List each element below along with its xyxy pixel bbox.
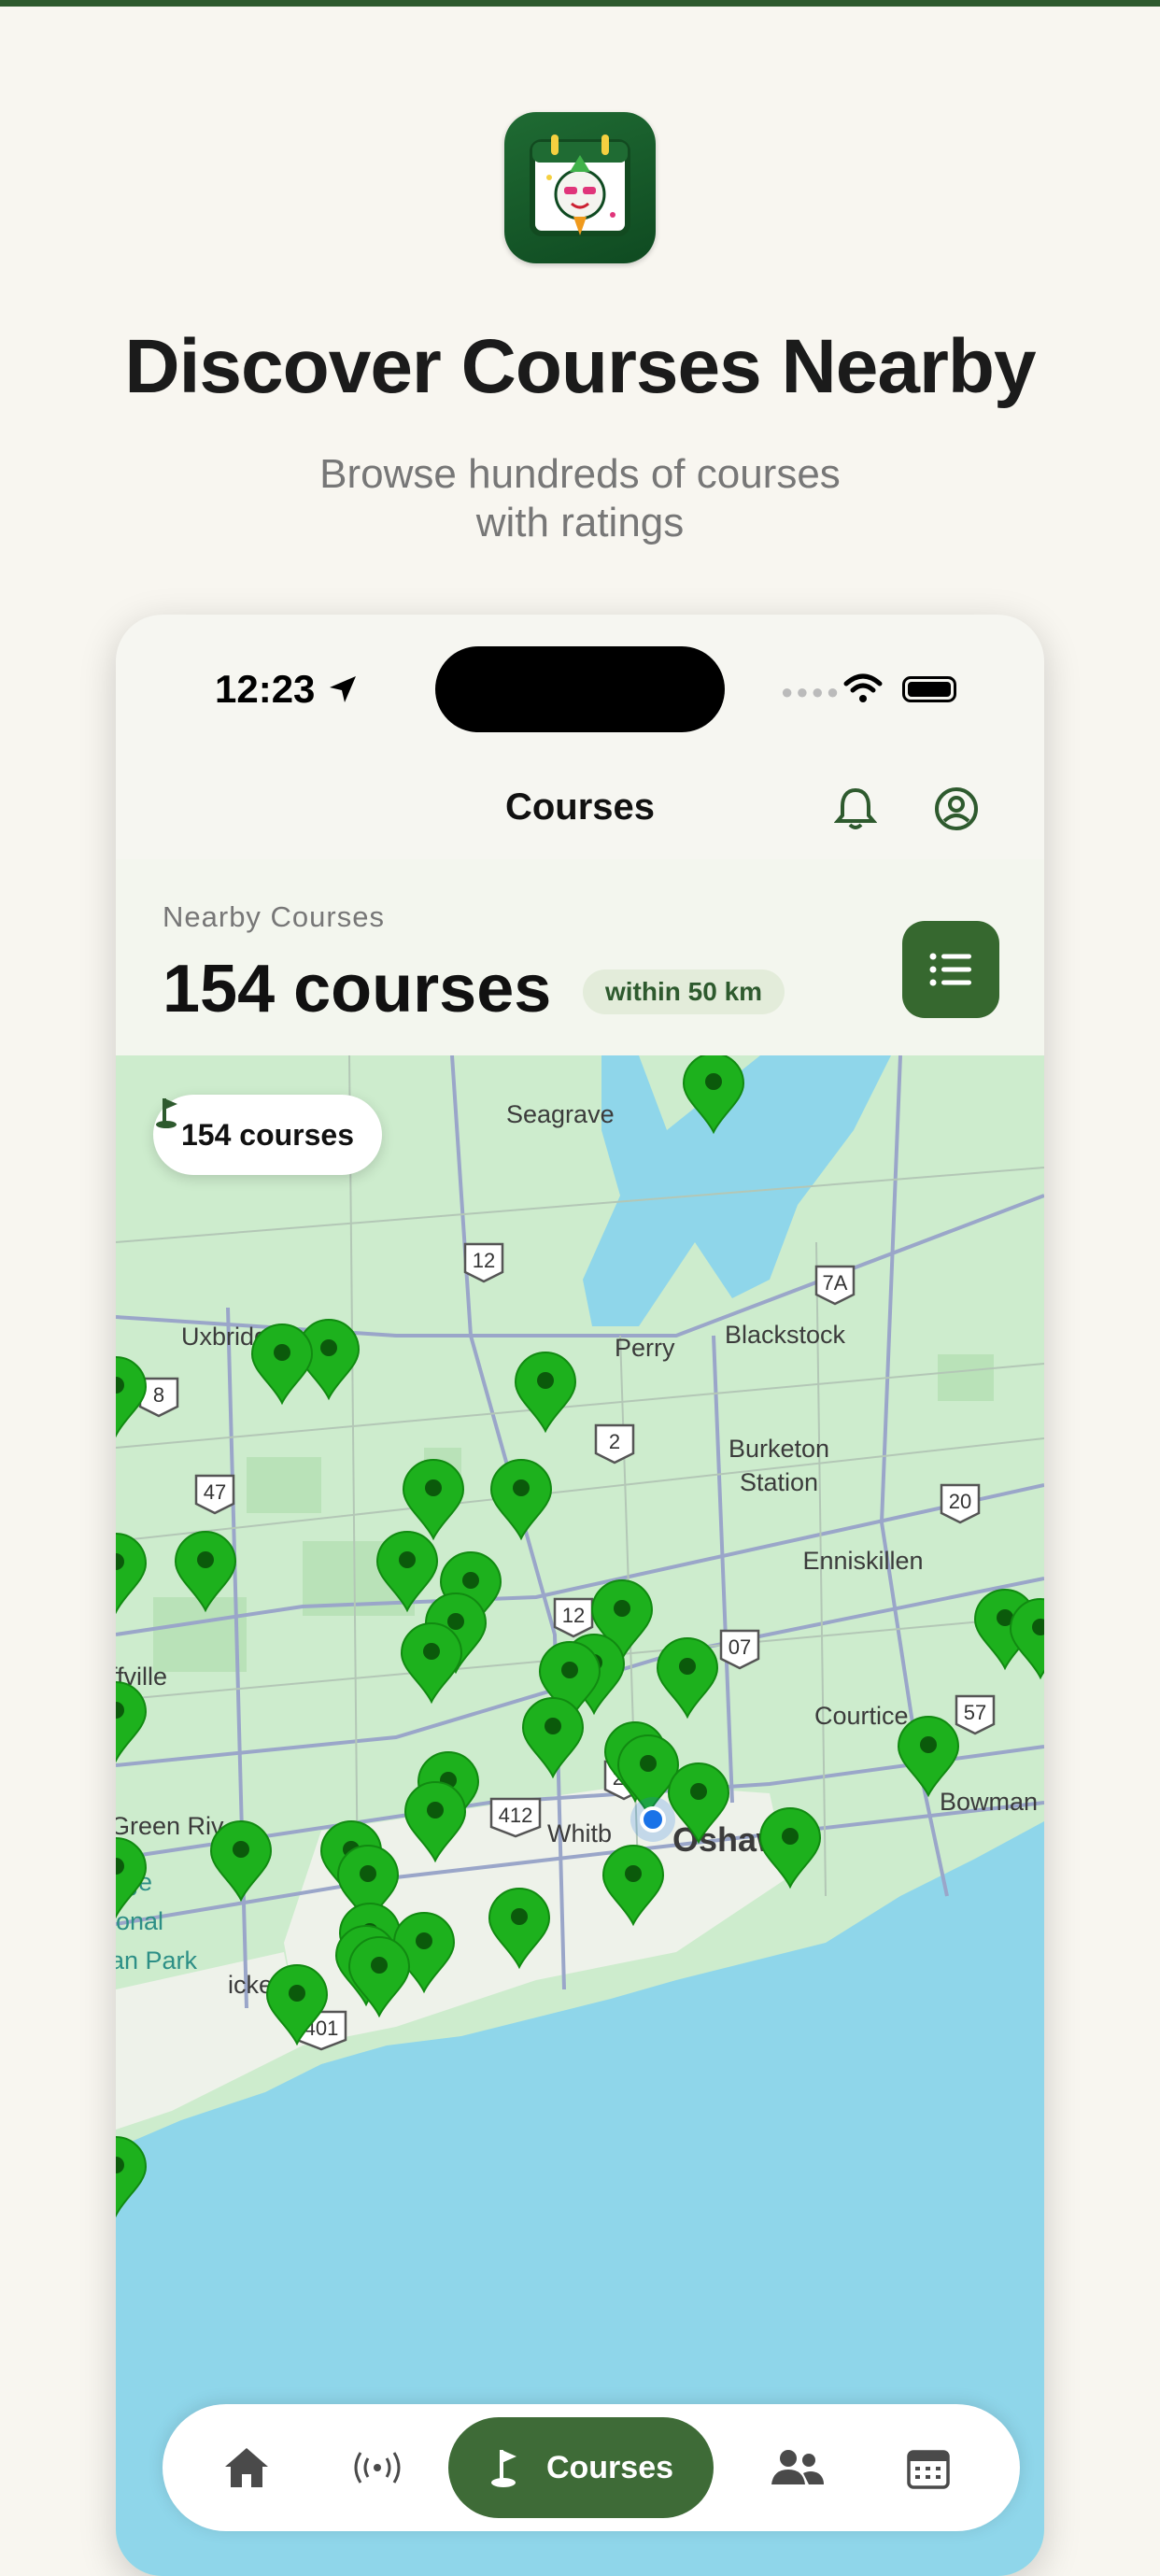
svg-text:47: 47 bbox=[204, 1480, 226, 1504]
bell-icon bbox=[834, 787, 877, 829]
svg-text:12: 12 bbox=[473, 1249, 495, 1272]
home-icon bbox=[225, 2448, 268, 2487]
radius-badge: within 50 km bbox=[583, 970, 785, 1014]
svg-text:57: 57 bbox=[964, 1701, 986, 1724]
list-icon bbox=[929, 953, 971, 986]
bottom-tab-bar: Courses bbox=[163, 2404, 1020, 2531]
page-title: Courses bbox=[504, 786, 656, 828]
route-shield: 2 bbox=[594, 1423, 635, 1465]
svg-text:2: 2 bbox=[609, 1430, 620, 1453]
map-label: Green Riv bbox=[116, 1812, 224, 1840]
route-shield: 12 bbox=[463, 1242, 504, 1283]
user-circle-icon bbox=[935, 787, 978, 830]
map-canvas[interactable]: Seagrave Perry Blackstock Burketon Station En… bbox=[116, 1055, 1044, 2576]
map-label: Perry bbox=[615, 1334, 675, 1362]
map-label: Station bbox=[740, 1468, 818, 1496]
golf-flag-icon bbox=[490, 2450, 516, 2487]
map-label: Enniskillen bbox=[802, 1547, 923, 1575]
map-label: ional bbox=[116, 1907, 163, 1935]
courses-map[interactable]: Seagrave Perry Blackstock Burketon Station En… bbox=[116, 1055, 1044, 2576]
map-count-chip[interactable]: 154 courses bbox=[153, 1095, 383, 1175]
map-label: an Park bbox=[116, 1946, 198, 1974]
tab-live[interactable] bbox=[331, 2404, 424, 2531]
svg-text:412: 412 bbox=[499, 1804, 533, 1827]
calendar-icon bbox=[907, 2450, 950, 2489]
nearby-summary-panel: Nearby Courses 154 courses within 50 km bbox=[116, 859, 1044, 1055]
map-label: Burketon bbox=[729, 1435, 829, 1463]
promo-subtitle: Browse hundreds of courses with ratings bbox=[0, 450, 1160, 547]
svg-text:7A: 7A bbox=[823, 1271, 848, 1295]
promo-subtitle-line-1: Browse hundreds of courses bbox=[319, 451, 841, 497]
golf-flag-icon bbox=[156, 1098, 177, 1128]
tab-home[interactable] bbox=[200, 2404, 293, 2531]
people-icon bbox=[771, 2450, 824, 2484]
summary-label: Nearby Courses bbox=[163, 900, 385, 933]
svg-text:8: 8 bbox=[153, 1383, 164, 1407]
promo-subtitle-line-2: with ratings bbox=[475, 500, 685, 545]
map-label: Whitb bbox=[547, 1819, 612, 1847]
phone-mockup: 12:23 ●●●● Courses Nearby Courses 154 co… bbox=[116, 615, 1044, 2576]
tab-courses-label: Courses bbox=[545, 2449, 674, 2485]
route-shield: 7A bbox=[814, 1265, 856, 1306]
route-shield: 07 bbox=[719, 1629, 760, 1670]
route-shield: 47 bbox=[194, 1474, 235, 1515]
route-shield: 57 bbox=[955, 1694, 996, 1735]
tab-calendar[interactable] bbox=[882, 2404, 975, 2531]
battery-icon bbox=[902, 676, 956, 702]
map-label: Blackstock bbox=[725, 1321, 846, 1349]
top-accent-bar bbox=[0, 0, 1160, 7]
map-label: Courtice bbox=[814, 1702, 909, 1730]
app-logo-icon bbox=[504, 112, 656, 263]
svg-text:07: 07 bbox=[729, 1635, 751, 1659]
tab-courses[interactable]: Courses bbox=[448, 2417, 714, 2518]
broadcast-icon bbox=[354, 2452, 401, 2484]
svg-text:20: 20 bbox=[949, 1490, 971, 1513]
route-shield: 412 bbox=[489, 1797, 542, 1838]
notifications-button[interactable] bbox=[828, 781, 884, 837]
list-view-button[interactable] bbox=[902, 921, 999, 1018]
status-time: 12:23 bbox=[215, 667, 360, 712]
user-location-icon bbox=[640, 1806, 666, 1833]
route-shield: 12 bbox=[553, 1597, 594, 1638]
location-arrow-icon bbox=[330, 676, 357, 702]
dynamic-island bbox=[435, 646, 725, 732]
map-label: Seagrave bbox=[506, 1100, 615, 1128]
map-label: Bowman bbox=[940, 1788, 1038, 1816]
route-shield: 20 bbox=[940, 1483, 981, 1524]
signal-icon: ●●●● bbox=[781, 680, 842, 703]
profile-button[interactable] bbox=[928, 781, 984, 837]
svg-text:12: 12 bbox=[562, 1604, 585, 1627]
promo-headline: Discover Courses Nearby bbox=[124, 324, 1036, 409]
wifi-icon bbox=[843, 673, 883, 702]
map-count-label: 154 courses bbox=[181, 1117, 355, 1152]
tab-friends[interactable] bbox=[751, 2404, 844, 2531]
course-count: 154 courses bbox=[163, 952, 552, 1026]
